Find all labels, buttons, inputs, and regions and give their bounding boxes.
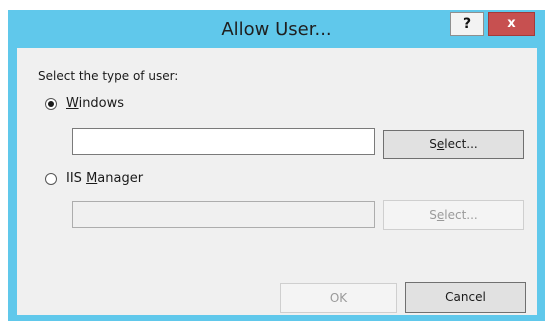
windows-accelerator: W	[66, 96, 79, 111]
windows-select-button[interactable]: Select...	[383, 130, 524, 159]
iis-manager-option[interactable]: IIS Manager	[45, 171, 143, 186]
user-type-prompt: Select the type of user:	[38, 69, 179, 83]
windows-label-rest: indows	[78, 96, 125, 111]
windows-user-input[interactable]	[72, 128, 375, 155]
iis-select-button: Select...	[383, 200, 524, 230]
help-button[interactable]: ?	[450, 12, 484, 36]
windows-label: Windows	[66, 96, 124, 111]
screen: Allow User... ? x Select the type of use…	[0, 0, 545, 321]
select-label-post: lect...	[444, 137, 478, 151]
ok-button: OK	[280, 283, 397, 313]
iis-label-rest: anager	[97, 171, 144, 186]
close-button[interactable]: x	[488, 12, 535, 36]
title-bar[interactable]: Allow User... ? x	[8, 10, 545, 48]
windows-radio[interactable]	[45, 97, 57, 110]
iis-manager-radio[interactable]	[45, 172, 57, 185]
windows-option[interactable]: Windows	[45, 96, 124, 111]
select-label-post: lect...	[444, 208, 478, 222]
iis-accelerator: M	[86, 171, 98, 186]
iis-manager-user-input	[72, 201, 375, 228]
select-label-pre: S	[429, 208, 437, 222]
cancel-button[interactable]: Cancel	[405, 282, 526, 313]
dialog-client-area: Select the type of user: Windows Select.…	[17, 48, 537, 315]
select-label-pre: S	[429, 137, 437, 151]
iis-label-pre: IIS	[66, 171, 87, 186]
iis-manager-label: IIS Manager	[66, 171, 143, 186]
allow-user-dialog: Allow User... ? x Select the type of use…	[8, 10, 545, 321]
